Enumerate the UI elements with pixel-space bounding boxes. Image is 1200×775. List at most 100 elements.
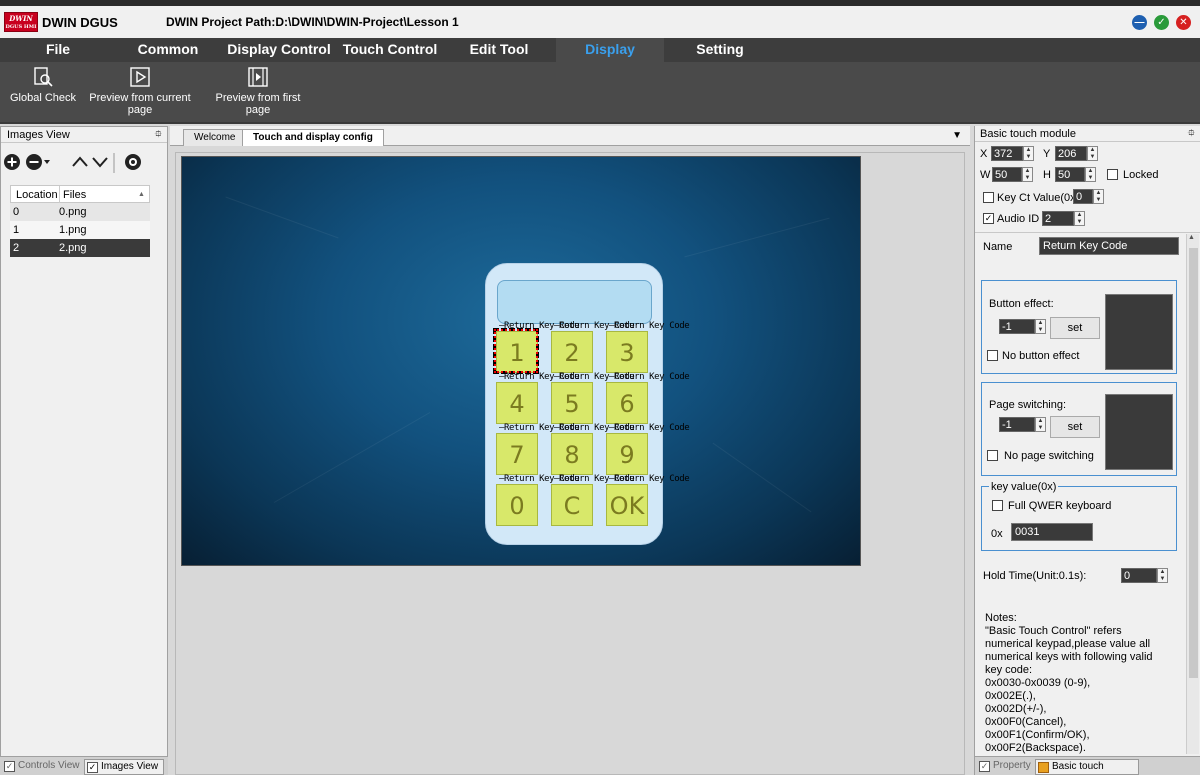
scrollbar-thumb[interactable] bbox=[1189, 248, 1198, 678]
button-effect-input[interactable]: -1 bbox=[999, 319, 1035, 334]
button-effect-spin[interactable]: ▲ ▼ bbox=[1035, 319, 1046, 334]
pin-icon[interactable]: ⯐ bbox=[155, 127, 163, 143]
maximize-button[interactable]: ✓ bbox=[1154, 15, 1169, 30]
keyct-spin-button[interactable]: ▲ ▼ bbox=[1093, 189, 1104, 204]
key-3[interactable]: 3 bbox=[606, 331, 648, 373]
x-spin-button[interactable]: ▲ ▼ bbox=[1023, 146, 1034, 161]
pin-icon[interactable]: ⯐ bbox=[1188, 126, 1196, 142]
key-ok[interactable]: OK bbox=[606, 484, 648, 526]
x-input[interactable]: 372 bbox=[991, 146, 1023, 161]
divider bbox=[975, 232, 1200, 233]
h-spin-button[interactable]: ▲ ▼ bbox=[1085, 167, 1096, 182]
tab-basic-touch-module[interactable]: Basic touch module bbox=[1035, 759, 1139, 775]
images-toolbar bbox=[1, 143, 167, 183]
key-c[interactable]: C bbox=[551, 484, 593, 526]
table-row-selected[interactable]: 2 2.png bbox=[10, 239, 150, 257]
remove-icon[interactable] bbox=[25, 153, 51, 171]
audio-input[interactable]: 2 bbox=[1042, 211, 1074, 226]
key-7[interactable]: 7 bbox=[496, 433, 538, 475]
search-document-icon bbox=[34, 67, 53, 87]
audio-spin-button[interactable]: ▲ ▼ bbox=[1074, 211, 1085, 226]
menu-display[interactable]: Display bbox=[556, 38, 664, 62]
hold-time-spin[interactable]: ▲ ▼ bbox=[1157, 568, 1168, 583]
w-spin-button[interactable]: ▲ ▼ bbox=[1022, 167, 1033, 182]
no-page-switching-checkbox[interactable] bbox=[987, 450, 998, 461]
tab-touch-display-config[interactable]: Touch and display config bbox=[242, 129, 384, 146]
locked-checkbox[interactable] bbox=[1107, 169, 1118, 180]
notes-text: Notes: "Basic Touch Control" refers nume… bbox=[985, 612, 1165, 755]
add-icon[interactable] bbox=[3, 153, 21, 171]
preview-current-button[interactable]: Preview from current page bbox=[88, 66, 192, 116]
locked-label: Locked bbox=[1123, 169, 1159, 181]
y-label: Y bbox=[1043, 148, 1051, 160]
full-qwer-checkbox[interactable] bbox=[992, 500, 1003, 511]
check-icon: ✓ bbox=[87, 762, 98, 773]
move-up-icon[interactable] bbox=[71, 153, 89, 171]
menu-edit-tool[interactable]: Edit Tool bbox=[456, 38, 542, 62]
page-switching-input[interactable]: -1 bbox=[999, 417, 1035, 432]
preview-first-label: Preview from first page bbox=[215, 92, 301, 116]
page-switching-set-button[interactable]: set bbox=[1050, 416, 1100, 438]
tab-dropdown-icon[interactable]: ▼ bbox=[952, 130, 962, 141]
menu-common[interactable]: Common bbox=[128, 38, 208, 62]
close-button[interactable]: ✕ bbox=[1176, 15, 1191, 30]
notes-line: Notes: bbox=[985, 612, 1017, 624]
menu-display-control[interactable]: Display Control bbox=[222, 38, 336, 62]
minimize-button[interactable]: — bbox=[1132, 15, 1147, 30]
images-view-header: Images View ⯐ bbox=[1, 127, 167, 143]
key-0[interactable]: 0 bbox=[496, 484, 538, 526]
key-9[interactable]: 9 bbox=[606, 433, 648, 475]
page-switching-spin[interactable]: ▲ ▼ bbox=[1035, 417, 1046, 432]
menu-file[interactable]: File bbox=[18, 38, 98, 62]
bg-scratch bbox=[712, 442, 812, 513]
name-input[interactable]: Return Key Code bbox=[1039, 237, 1179, 255]
tab-property-label: Property bbox=[993, 760, 1031, 771]
key-8[interactable]: 8 bbox=[551, 433, 593, 475]
move-down-icon[interactable] bbox=[91, 153, 109, 171]
table-row[interactable]: 1 1.png bbox=[10, 221, 150, 239]
no-page-switching-label: No page switching bbox=[1004, 450, 1094, 462]
no-button-effect-checkbox[interactable] bbox=[987, 350, 998, 361]
eye-icon[interactable] bbox=[121, 153, 145, 171]
key-code-label: –Return Key Code bbox=[609, 321, 690, 331]
ox-label: 0x bbox=[991, 528, 1003, 540]
page-canvas[interactable]: –Return Key Code 1 –Return Key Code 2 –Retur… bbox=[181, 156, 861, 566]
notes-line: 0x002D(+/-), bbox=[985, 703, 1047, 715]
tab-property[interactable]: ✓ Property bbox=[977, 759, 1033, 775]
h-input[interactable]: 50 bbox=[1055, 167, 1085, 182]
module-icon bbox=[1038, 762, 1049, 773]
notes-line: numerical keys with following valid bbox=[985, 651, 1153, 663]
menu-setting[interactable]: Setting bbox=[680, 38, 760, 62]
hold-time-input[interactable]: 0 bbox=[1121, 568, 1157, 583]
properties-scrollbar[interactable]: ▲ bbox=[1186, 234, 1199, 754]
key-6[interactable]: 6 bbox=[606, 382, 648, 424]
audio-checkbox[interactable]: ✓ bbox=[983, 213, 994, 224]
keyct-input[interactable]: 0 bbox=[1073, 189, 1093, 204]
key-value-input[interactable]: 0031 bbox=[1011, 523, 1093, 541]
preview-first-button[interactable]: Preview from first page bbox=[202, 66, 314, 116]
key-5[interactable]: 5 bbox=[551, 382, 593, 424]
tab-images-view[interactable]: ✓ Images View bbox=[84, 759, 164, 775]
scroll-up-icon[interactable]: ▲ bbox=[1188, 234, 1195, 241]
row-location: 0 bbox=[13, 206, 20, 218]
w-input[interactable]: 50 bbox=[992, 167, 1022, 182]
keyct-label: Key Ct Value(0x) bbox=[997, 192, 1080, 204]
tab-welcome[interactable]: Welcome bbox=[183, 129, 247, 146]
key-2[interactable]: 2 bbox=[551, 331, 593, 373]
keyct-checkbox[interactable] bbox=[983, 192, 994, 203]
col-location[interactable]: Location bbox=[13, 186, 59, 204]
button-effect-set-button[interactable]: set bbox=[1050, 317, 1100, 339]
y-spin-button[interactable]: ▲ ▼ bbox=[1087, 146, 1098, 161]
images-view-title: Images View bbox=[7, 129, 70, 141]
table-row[interactable]: 0 0.png bbox=[10, 203, 150, 221]
notes-line: 0x00F0(Cancel), bbox=[985, 716, 1067, 728]
hold-time-label: Hold Time(Unit:0.1s): bbox=[983, 570, 1087, 582]
global-check-button[interactable]: Global Check bbox=[8, 66, 78, 104]
selection-handle[interactable] bbox=[493, 328, 539, 374]
y-input[interactable]: 206 bbox=[1055, 146, 1087, 161]
tab-controls-view[interactable]: ✓ Controls View bbox=[2, 759, 80, 775]
col-files[interactable]: Files bbox=[59, 186, 139, 204]
menu-touch-control[interactable]: Touch Control bbox=[338, 38, 442, 62]
key-4[interactable]: 4 bbox=[496, 382, 538, 424]
sort-asc-icon: ▲ bbox=[138, 191, 145, 198]
